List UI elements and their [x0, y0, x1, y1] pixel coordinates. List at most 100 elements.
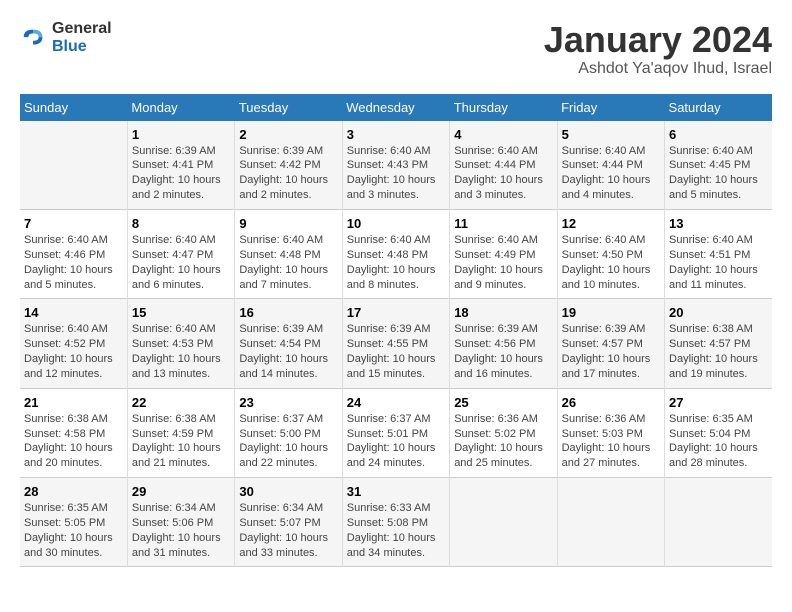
title-block: January 2024 Ashdot Ya'aqov Ihud, Israel	[544, 20, 772, 78]
calendar-body: 1Sunrise: 6:39 AM Sunset: 4:41 PM Daylig…	[20, 121, 772, 567]
cell-info: Sunrise: 6:38 AM Sunset: 4:57 PM Dayligh…	[669, 322, 768, 381]
weekday-header: Tuesday	[235, 94, 342, 121]
calendar-cell: 13 Sunrise: 6:40 AM Sunset: 4:51 PM Dayli…	[665, 209, 772, 298]
day-number: 13	[669, 216, 768, 231]
cell-info: Sunrise: 6:40 AM Sunset: 4:50 PM Dayligh…	[562, 233, 660, 292]
cell-info: Sunrise: 6:36 AM Sunset: 5:02 PM Dayligh…	[454, 412, 552, 471]
weekday-header: Wednesday	[342, 94, 449, 121]
cell-info: Sunrise: 6:40 AM Sunset: 4:51 PM Dayligh…	[669, 233, 768, 292]
weekday-header: Saturday	[665, 94, 772, 121]
day-number: 30	[239, 484, 337, 499]
cell-info: Sunrise: 6:35 AM Sunset: 5:04 PM Dayligh…	[669, 412, 768, 471]
calendar-cell: 9 Sunrise: 6:40 AM Sunset: 4:48 PM Daylig…	[235, 209, 342, 298]
cell-info: Sunrise: 6:40 AM Sunset: 4:52 PM Dayligh…	[24, 322, 123, 381]
cell-info: Sunrise: 6:40 AM Sunset: 4:46 PM Dayligh…	[24, 233, 123, 292]
header-row: SundayMondayTuesdayWednesdayThursdayFrid…	[20, 94, 772, 121]
calendar-cell: 14Sunrise: 6:40 AM Sunset: 4:52 PM Dayli…	[20, 299, 127, 388]
day-number: 23	[239, 395, 337, 410]
cell-info: Sunrise: 6:39 AM Sunset: 4:55 PM Dayligh…	[347, 322, 445, 381]
day-number: 16	[239, 305, 337, 320]
cell-info: Sunrise: 6:37 AM Sunset: 5:00 PM Dayligh…	[239, 412, 337, 471]
cell-info: Sunrise: 6:39 AM Sunset: 4:54 PM Dayligh…	[239, 322, 337, 381]
calendar-cell	[557, 478, 664, 567]
cell-info: Sunrise: 6:40 AM Sunset: 4:48 PM Dayligh…	[347, 233, 445, 292]
logo-general-text: General	[52, 20, 112, 38]
calendar-cell: 11 Sunrise: 6:40 AM Sunset: 4:49 PM Dayli…	[450, 209, 557, 298]
calendar-cell: 24Sunrise: 6:37 AM Sunset: 5:01 PM Dayli…	[342, 388, 449, 477]
calendar-cell: 23 Sunrise: 6:37 AM Sunset: 5:00 PM Dayli…	[235, 388, 342, 477]
day-number: 25	[454, 395, 552, 410]
cell-info: Sunrise: 6:35 AM Sunset: 5:05 PM Dayligh…	[24, 501, 123, 560]
day-number: 28	[24, 484, 123, 499]
calendar-cell: 29Sunrise: 6:34 AM Sunset: 5:06 PM Dayli…	[127, 478, 234, 567]
day-number: 21	[24, 395, 123, 410]
calendar-cell	[665, 478, 772, 567]
logo-text: General Blue	[52, 20, 112, 55]
calendar-cell	[20, 121, 127, 210]
calendar-cell: 4Sunrise: 6:40 AM Sunset: 4:44 PM Daylig…	[450, 121, 557, 210]
day-number: 3	[347, 127, 445, 142]
logo-blue-text: Blue	[52, 38, 112, 56]
day-number: 29	[132, 484, 230, 499]
cell-info: Sunrise: 6:37 AM Sunset: 5:01 PM Dayligh…	[347, 412, 445, 471]
day-number: 26	[562, 395, 660, 410]
calendar-week-row: 28 Sunrise: 6:35 AM Sunset: 5:05 PM Dayli…	[20, 478, 772, 567]
calendar-cell: 15 Sunrise: 6:40 AM Sunset: 4:53 PM Dayli…	[127, 299, 234, 388]
day-number: 8	[132, 216, 230, 231]
calendar-header: SundayMondayTuesdayWednesdayThursdayFrid…	[20, 94, 772, 121]
calendar-cell: 31Sunrise: 6:33 AM Sunset: 5:08 PM Dayli…	[342, 478, 449, 567]
calendar-cell: 20 Sunrise: 6:38 AM Sunset: 4:57 PM Dayli…	[665, 299, 772, 388]
cell-info: Sunrise: 6:34 AM Sunset: 5:07 PM Dayligh…	[239, 501, 337, 560]
day-number: 17	[347, 305, 445, 320]
calendar-week-row: 21 Sunrise: 6:38 AM Sunset: 4:58 PM Dayli…	[20, 388, 772, 477]
calendar-cell: 16 Sunrise: 6:39 AM Sunset: 4:54 PM Dayli…	[235, 299, 342, 388]
calendar-table: SundayMondayTuesdayWednesdayThursdayFrid…	[20, 94, 772, 568]
weekday-header: Monday	[127, 94, 234, 121]
calendar-cell: 5Sunrise: 6:40 AM Sunset: 4:44 PM Daylig…	[557, 121, 664, 210]
day-number: 18	[454, 305, 552, 320]
cell-info: Sunrise: 6:40 AM Sunset: 4:45 PM Dayligh…	[669, 144, 768, 203]
cell-info: Sunrise: 6:40 AM Sunset: 4:44 PM Dayligh…	[454, 144, 552, 203]
calendar-subtitle: Ashdot Ya'aqov Ihud, Israel	[544, 60, 772, 78]
calendar-week-row: 1Sunrise: 6:39 AM Sunset: 4:41 PM Daylig…	[20, 121, 772, 210]
calendar-cell: 19 Sunrise: 6:39 AM Sunset: 4:57 PM Dayli…	[557, 299, 664, 388]
cell-info: Sunrise: 6:39 AM Sunset: 4:56 PM Dayligh…	[454, 322, 552, 381]
calendar-cell: 28 Sunrise: 6:35 AM Sunset: 5:05 PM Dayli…	[20, 478, 127, 567]
calendar-cell: 17 Sunrise: 6:39 AM Sunset: 4:55 PM Dayli…	[342, 299, 449, 388]
page-header: General Blue January 2024 Ashdot Ya'aqov…	[20, 20, 772, 78]
cell-info: Sunrise: 6:40 AM Sunset: 4:43 PM Dayligh…	[347, 144, 445, 203]
calendar-cell: 10 Sunrise: 6:40 AM Sunset: 4:48 PM Dayli…	[342, 209, 449, 298]
day-number: 6	[669, 127, 768, 142]
day-number: 15	[132, 305, 230, 320]
calendar-cell: 12Sunrise: 6:40 AM Sunset: 4:50 PM Dayli…	[557, 209, 664, 298]
weekday-header: Friday	[557, 94, 664, 121]
day-number: 19	[562, 305, 660, 320]
cell-info: Sunrise: 6:40 AM Sunset: 4:53 PM Dayligh…	[132, 322, 230, 381]
calendar-cell: 21 Sunrise: 6:38 AM Sunset: 4:58 PM Dayli…	[20, 388, 127, 477]
cell-info: Sunrise: 6:40 AM Sunset: 4:48 PM Dayligh…	[239, 233, 337, 292]
day-number: 11	[454, 216, 552, 231]
cell-info: Sunrise: 6:33 AM Sunset: 5:08 PM Dayligh…	[347, 501, 445, 560]
calendar-cell: 1Sunrise: 6:39 AM Sunset: 4:41 PM Daylig…	[127, 121, 234, 210]
day-number: 20	[669, 305, 768, 320]
day-number: 5	[562, 127, 660, 142]
calendar-cell: 30 Sunrise: 6:34 AM Sunset: 5:07 PM Dayli…	[235, 478, 342, 567]
weekday-header: Sunday	[20, 94, 127, 121]
cell-info: Sunrise: 6:38 AM Sunset: 4:59 PM Dayligh…	[132, 412, 230, 471]
day-number: 27	[669, 395, 768, 410]
cell-info: Sunrise: 6:36 AM Sunset: 5:03 PM Dayligh…	[562, 412, 660, 471]
cell-info: Sunrise: 6:38 AM Sunset: 4:58 PM Dayligh…	[24, 412, 123, 471]
cell-info: Sunrise: 6:39 AM Sunset: 4:57 PM Dayligh…	[562, 322, 660, 381]
calendar-cell: 26 Sunrise: 6:36 AM Sunset: 5:03 PM Dayli…	[557, 388, 664, 477]
calendar-cell: 7Sunrise: 6:40 AM Sunset: 4:46 PM Daylig…	[20, 209, 127, 298]
calendar-title: January 2024	[544, 20, 772, 60]
day-number: 22	[132, 395, 230, 410]
day-number: 10	[347, 216, 445, 231]
calendar-cell: 27 Sunrise: 6:35 AM Sunset: 5:04 PM Dayli…	[665, 388, 772, 477]
calendar-cell: 3 Sunrise: 6:40 AM Sunset: 4:43 PM Daylig…	[342, 121, 449, 210]
cell-info: Sunrise: 6:40 AM Sunset: 4:49 PM Dayligh…	[454, 233, 552, 292]
day-number: 9	[239, 216, 337, 231]
day-number: 1	[132, 127, 230, 142]
logo-icon	[20, 24, 48, 52]
logo: General Blue	[20, 20, 112, 55]
